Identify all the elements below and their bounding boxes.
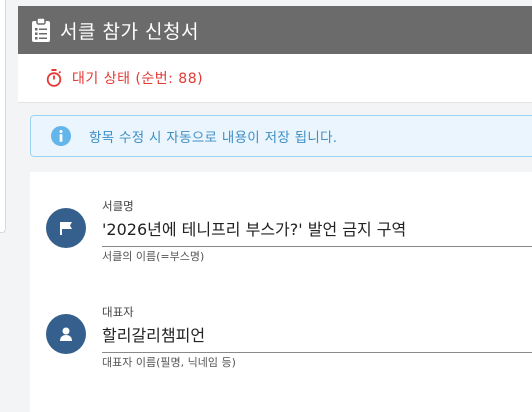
- person-icon: [46, 314, 86, 354]
- waitlist-status-text: 대기 상태 (순번: 88): [72, 71, 204, 87]
- clipboard-icon: [32, 18, 50, 42]
- circle-name-hint: 서클의 이름(=부스명): [102, 250, 205, 263]
- side-card-edge: [0, 0, 6, 233]
- form-card: 서클명 '2026년에 테니프리 부스가?' 발언 금지 구역 서클의 이름(=…: [30, 172, 532, 412]
- autosave-notice: 항목 수정 시 자동으로 내용이 저장 됩니다.: [30, 115, 532, 157]
- info-icon: [51, 126, 71, 146]
- representative-label: 대표자: [102, 305, 134, 319]
- form-header: 서클 참가 신청서: [18, 6, 532, 54]
- circle-name-label: 서클명: [102, 199, 134, 213]
- flag-icon: [46, 208, 86, 248]
- application-panel: 서클 참가 신청서 대기 상태 (순번: 88) 항목 수정 시 자동으로 내용…: [18, 0, 532, 412]
- autosave-notice-text: 항목 수정 시 자동으로 내용이 저장 됩니다.: [89, 130, 338, 146]
- circle-name-input[interactable]: '2026년에 테니프리 부스가?' 발언 금지 구역: [102, 216, 532, 247]
- representative-input[interactable]: 할리갈리챔피언: [102, 322, 532, 353]
- representative-hint: 대표자 이름(필명, 닉네임 등): [102, 356, 236, 369]
- status-bar: 대기 상태 (순번: 88): [18, 54, 532, 103]
- page-title: 서클 참가 신청서: [60, 20, 199, 43]
- stopwatch-icon: [46, 69, 64, 87]
